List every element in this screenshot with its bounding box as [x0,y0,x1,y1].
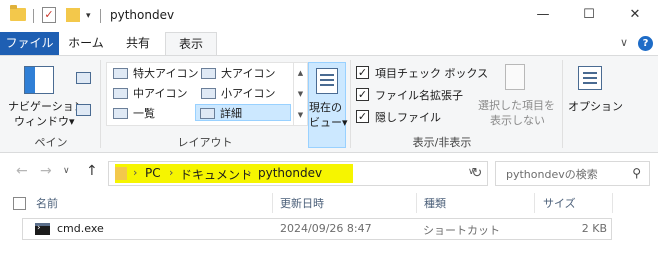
small-icons-icon [201,88,216,99]
group-label-layout: レイアウト [177,136,233,149]
file-type: ショートカット [423,224,500,237]
close-button[interactable]: ✕ [612,0,658,30]
file-size: 2 KB [581,222,607,235]
column-size[interactable]: サイズ [543,195,576,211]
column-name[interactable]: 名前 [36,195,58,211]
layout-gallery: 特大アイコン 大アイコン 中アイコン 小アイコン 一覧 詳細 [106,62,294,126]
minimize-button[interactable]: — [520,0,566,30]
up-icon[interactable]: ↑ [86,163,98,179]
quick-access-dropdown-icon[interactable]: ▾ [86,11,91,21]
navigation-pane-dropdown[interactable]: ウィンドウ▾ [14,113,75,129]
navigation-bar: ← → ∨ ↑ › PC › ドキュメント › pythondev ∨ ↻ py… [0,153,658,193]
column-divider[interactable] [272,193,273,213]
breadcrumb-pc[interactable]: PC [145,166,161,180]
navigation-pane-icon[interactable] [24,66,54,94]
folder-icon [115,167,127,180]
expand-gallery-icon[interactable]: ▼ [294,105,307,126]
back-icon[interactable]: ← [16,163,28,179]
search-icon[interactable]: ⚲ [632,166,641,180]
scroll-up-icon[interactable]: ▲ [294,63,307,84]
hide-selected-icon[interactable] [505,64,525,90]
list-icon [113,108,128,119]
layout-gallery-scroller: ▲ ▼ ▼ [294,62,308,126]
current-view-label: 現在の [309,101,342,114]
tab-home[interactable]: ホーム [61,32,111,55]
search-input[interactable]: pythondevの検索 ⚲ [495,161,650,186]
tab-view[interactable]: 表示 [165,32,217,55]
file-name: cmd.exe [57,222,104,235]
layout-small-icons[interactable]: 小アイコン [197,85,291,102]
current-view-icon [316,68,338,94]
help-icon[interactable]: ? [638,36,653,51]
options-button[interactable]: オプション [568,98,623,114]
ribbon: ナビゲーション ウィンドウ▾ ペイン 特大アイコン 大アイコン 中アイコン 小ア… [0,55,658,153]
maximize-button[interactable]: ☐ [566,0,612,30]
extra-large-icons-icon [113,68,128,79]
column-type[interactable]: 種類 [424,195,446,211]
hidden-items-checkbox[interactable]: ✓ [356,110,369,123]
column-divider[interactable] [416,193,417,213]
chevron-right-icon: › [169,166,174,179]
layout-details[interactable]: 詳細 [195,104,291,121]
hide-selected-label-2: 表示しない [490,114,545,127]
divider [100,9,101,23]
title-bar: ✓ ▾ pythondev — ☐ ✕ [0,0,658,32]
select-all-checkbox[interactable] [13,197,26,210]
ribbon-tabs: ファイル ホーム 共有 表示 ∨ ? [0,32,658,55]
navigation-pane-label[interactable]: ナビゲーション [8,98,85,114]
divider [562,60,563,148]
file-extensions-label: ファイル名拡張子 [375,89,463,102]
layout-large-icons[interactable]: 大アイコン [197,65,291,82]
large-icons-icon [201,68,216,79]
column-modified[interactable]: 更新日時 [280,195,324,211]
recent-locations-icon[interactable]: ∨ [63,166,70,176]
properties-icon[interactable]: ✓ [42,7,56,23]
details-icon [200,108,215,119]
item-checkboxes-checkbox[interactable]: ✓ [356,66,369,79]
chevron-right-icon: › [133,166,138,179]
current-view-dropdown: ビュー▾ [309,116,348,129]
current-view-button[interactable]: 現在の ビュー▾ [308,62,348,148]
file-modified: 2024/09/26 8:47 [280,222,372,235]
tab-share[interactable]: 共有 [113,32,163,55]
cmd-shortcut-icon [35,223,50,235]
breadcrumb-pythondev[interactable]: pythondev [258,166,322,180]
tab-file[interactable]: ファイル [0,32,59,55]
chevron-right-icon: › [247,166,252,179]
hide-selected-label[interactable]: 選択した項目を [478,97,555,113]
search-placeholder: pythondevの検索 [506,168,598,181]
refresh-icon[interactable]: ↻ [466,161,488,186]
item-checkboxes-label: 項目チェック ボックス [375,67,489,80]
layout-list[interactable]: 一覧 [109,105,195,122]
column-header: 名前 更新日時 種類 サイズ [0,193,658,214]
divider [100,60,101,148]
column-divider[interactable] [612,193,613,213]
address-bar[interactable]: › PC › ドキュメント › pythondev ∨ [108,161,488,186]
divider [350,60,351,148]
window-title: pythondev [110,8,175,22]
new-folder-icon[interactable] [66,8,80,22]
table-row[interactable]: cmd.exe 2024/09/26 8:47 ショートカット 2 KB [22,218,612,240]
preview-pane-icon[interactable] [76,72,91,84]
medium-icons-icon [113,88,128,99]
scroll-down-icon[interactable]: ▼ [294,84,307,105]
forward-icon[interactable]: → [40,163,52,179]
breadcrumb-documents[interactable]: ドキュメント [180,166,252,183]
layout-extra-large-icons[interactable]: 特大アイコン [109,65,198,82]
folder-icon [10,5,26,21]
hidden-items-label: 隠しファイル [375,111,441,124]
details-pane-icon[interactable] [76,104,91,116]
divider [33,9,34,23]
file-extensions-checkbox[interactable]: ✓ [356,88,369,101]
options-icon[interactable] [578,66,602,90]
layout-medium-icons[interactable]: 中アイコン [109,85,195,102]
group-label-show-hide: 表示/非表示 [412,136,472,149]
chevron-down-icon[interactable]: ∨ [620,36,628,49]
group-label-panes: ペイン [34,136,68,149]
column-divider[interactable] [534,193,535,213]
